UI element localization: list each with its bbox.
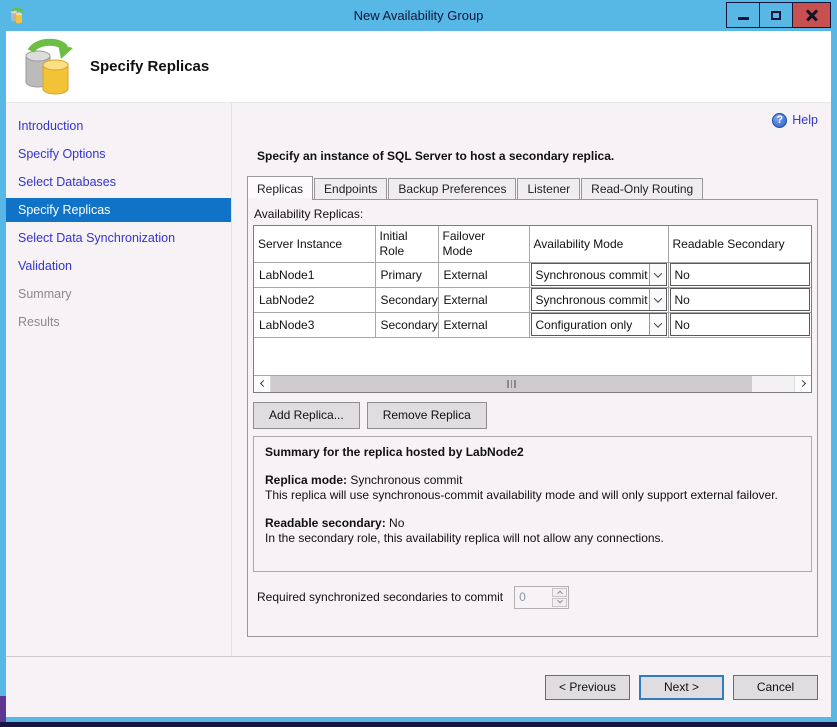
table-row[interactable]: LabNode2 Secondary External Synchronous … <box>254 287 811 312</box>
readable-secondary-label: Readable secondary: <box>265 516 386 530</box>
cell-failover-mode: External <box>438 287 529 312</box>
required-secondaries-label: Required synchronized secondaries to com… <box>257 590 503 604</box>
cell-initial-role: Secondary <box>375 312 438 337</box>
sidebar-item-specify-options[interactable]: Specify Options <box>6 140 231 168</box>
replica-summary-box: Summary for the replica hosted by LabNod… <box>253 436 812 572</box>
table-row[interactable]: LabNode1 Primary External Synchronous co… <box>254 262 811 287</box>
desktop-background-fragment <box>0 696 6 722</box>
col-initial-role: Initial Role <box>375 226 438 262</box>
replica-mode-description: This replica will use synchronous-commit… <box>265 488 778 502</box>
cell-server: LabNode1 <box>254 262 375 287</box>
desktop-background-strip <box>0 722 837 727</box>
tab-backup-preferences[interactable]: Backup Preferences <box>388 178 516 199</box>
sidebar-item-summary: Summary <box>6 280 231 308</box>
maximize-button[interactable] <box>759 2 793 28</box>
grid-header-row: Server Instance Initial Role Failover Mo… <box>254 226 811 262</box>
chevron-down-icon[interactable] <box>649 314 666 335</box>
readable-secondary-dropdown[interactable]: No <box>670 288 811 311</box>
minimize-icon <box>738 17 749 20</box>
summary-title: Summary for the replica hosted by LabNod… <box>265 445 800 460</box>
chevron-down-icon[interactable] <box>649 289 666 310</box>
next-button[interactable]: Next > <box>639 675 724 700</box>
add-replica-button[interactable]: Add Replica... <box>253 402 360 429</box>
titlebar: New Availability Group <box>0 0 837 31</box>
tab-listener[interactable]: Listener <box>517 178 580 199</box>
required-secondaries-spinner[interactable]: 0 <box>514 586 569 609</box>
chevron-up-icon <box>557 591 563 597</box>
help-icon: ? <box>772 113 787 128</box>
cell-initial-role: Secondary <box>375 287 438 312</box>
spinner-up-button[interactable] <box>552 588 567 597</box>
chevron-down-icon[interactable] <box>649 264 666 285</box>
sidebar-item-validation[interactable]: Validation <box>6 252 231 280</box>
cell-failover-mode: External <box>438 262 529 287</box>
availability-mode-dropdown[interactable]: Synchronous commit <box>531 288 667 311</box>
readable-secondary-value: No <box>386 516 405 530</box>
spinner-down-button[interactable] <box>552 598 567 607</box>
scroll-right-button[interactable] <box>794 376 811 392</box>
cell-server: LabNode3 <box>254 312 375 337</box>
close-button[interactable] <box>792 2 831 28</box>
sidebar-item-results: Results <box>6 308 231 336</box>
remove-replica-button[interactable]: Remove Replica <box>367 402 487 429</box>
availability-group-icon <box>20 38 74 96</box>
wizard-header: Specify Replicas <box>6 31 831 103</box>
tab-endpoints[interactable]: Endpoints <box>314 178 387 199</box>
wizard-steps-sidebar: Introduction Specify Options Select Data… <box>6 103 232 656</box>
availability-mode-dropdown[interactable]: Synchronous commit <box>531 263 667 286</box>
tab-strip: Replicas Endpoints Backup Preferences Li… <box>247 176 818 199</box>
instruction-text: Specify an instance of SQL Server to hos… <box>247 149 818 163</box>
availability-replicas-grid: Server Instance Initial Role Failover Mo… <box>253 225 812 393</box>
cell-server: LabNode2 <box>254 287 375 312</box>
table-row[interactable]: LabNode3 Secondary External Configuratio… <box>254 312 811 337</box>
replica-mode-label: Replica mode: <box>265 473 347 487</box>
horizontal-scrollbar[interactable] <box>254 375 811 392</box>
maximize-icon <box>771 11 781 20</box>
col-failover-mode: Failover Mode <box>438 226 529 262</box>
scroll-left-button[interactable] <box>254 376 271 392</box>
readable-secondary-description: In the secondary role, this availability… <box>265 531 664 545</box>
spinner-value: 0 <box>515 587 551 608</box>
chevron-left-icon <box>259 380 266 387</box>
main-pane: ? Help Specify an instance of SQL Server… <box>232 103 831 656</box>
grid-empty-area <box>254 338 811 375</box>
sidebar-item-specify-replicas[interactable]: Specify Replicas <box>6 198 231 222</box>
page-title: Specify Replicas <box>90 58 209 75</box>
dialog-content: Specify Replicas Introduction Specify Op… <box>6 31 831 717</box>
col-readable-secondary: Readable Secondary <box>668 226 811 262</box>
scrollbar-track[interactable] <box>271 376 794 392</box>
minimize-button[interactable] <box>726 2 760 28</box>
replicas-tab-panel: Availability Replicas: Server Instance I… <box>247 199 818 637</box>
scrollbar-thumb[interactable] <box>271 376 752 392</box>
close-icon <box>806 9 818 21</box>
replica-mode-value: Synchronous commit <box>347 473 462 487</box>
help-link[interactable]: Help <box>792 113 818 127</box>
cell-failover-mode: External <box>438 312 529 337</box>
chevron-down-icon <box>557 598 563 604</box>
col-availability-mode: Availability Mode <box>529 226 668 262</box>
tab-read-only-routing[interactable]: Read-Only Routing <box>581 178 703 199</box>
readable-secondary-dropdown[interactable]: No <box>670 313 811 336</box>
tab-replicas[interactable]: Replicas <box>247 176 313 199</box>
availability-mode-dropdown[interactable]: Configuration only <box>531 313 667 336</box>
sidebar-item-select-data-synchronization[interactable]: Select Data Synchronization <box>6 224 231 252</box>
sidebar-item-select-databases[interactable]: Select Databases <box>6 168 231 196</box>
cancel-button[interactable]: Cancel <box>733 675 818 700</box>
col-server-instance: Server Instance <box>254 226 375 262</box>
footer-button-bar: < Previous Next > Cancel <box>6 657 831 717</box>
cell-initial-role: Primary <box>375 262 438 287</box>
window-title: New Availability Group <box>0 8 837 23</box>
chevron-right-icon <box>798 380 805 387</box>
readable-secondary-dropdown[interactable]: No <box>670 263 811 286</box>
previous-button[interactable]: < Previous <box>545 675 630 700</box>
sidebar-item-introduction[interactable]: Introduction <box>6 112 231 140</box>
availability-replicas-label: Availability Replicas: <box>254 207 813 221</box>
